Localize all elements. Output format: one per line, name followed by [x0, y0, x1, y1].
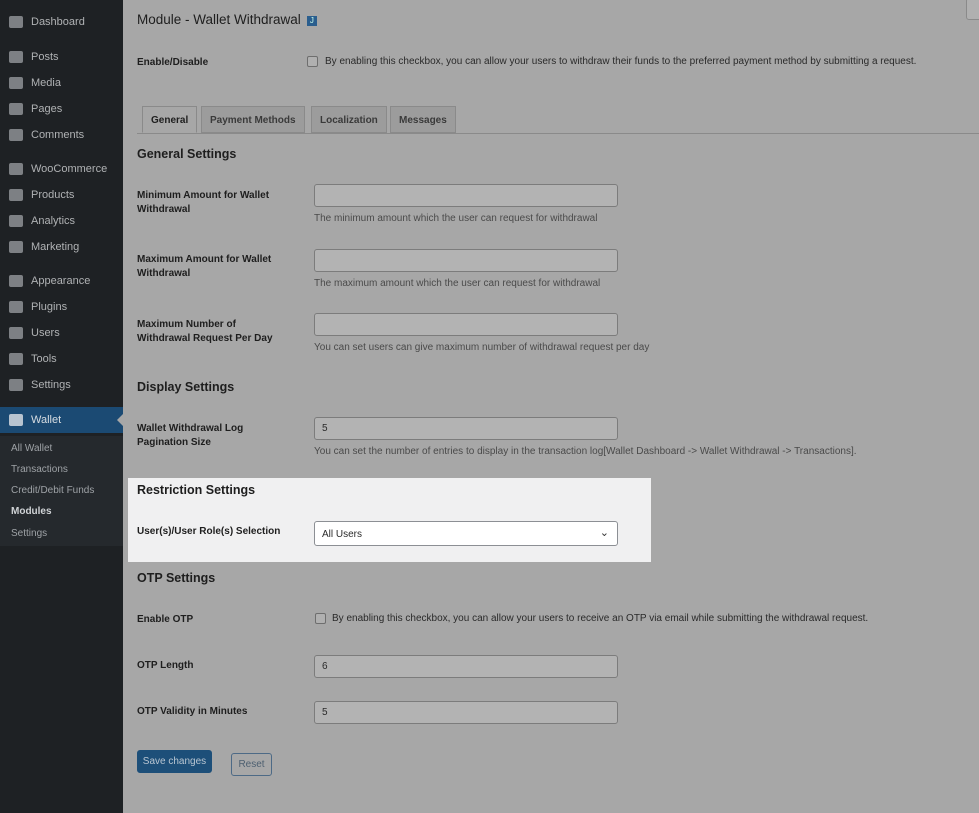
products-icon — [9, 189, 23, 201]
role-selection-label: User(s)/User Role(s) Selection — [137, 526, 281, 537]
plug-icon — [9, 301, 23, 313]
otp-length-input[interactable] — [314, 655, 618, 678]
menu-analytics[interactable]: Analytics — [0, 208, 123, 234]
menu-settings[interactable]: Settings — [0, 372, 123, 398]
submenu-all-wallet[interactable]: All Wallet — [11, 443, 52, 454]
general-settings-heading: General Settings — [137, 147, 237, 161]
role-selection-value: All Users — [322, 529, 363, 540]
media-icon — [9, 77, 23, 89]
dashboard-icon — [9, 16, 23, 28]
display-settings-heading: Display Settings — [137, 380, 235, 394]
page-title: Module - Wallet Withdrawal J — [137, 12, 317, 27]
enable-checkbox[interactable] — [307, 56, 318, 67]
menu-marketing[interactable]: Marketing — [0, 234, 123, 260]
restriction-settings-heading: Restriction Settings — [137, 483, 256, 497]
menu-products[interactable]: Products — [0, 182, 123, 208]
help-badge-icon[interactable]: J — [306, 16, 317, 26]
reset-button[interactable]: Reset — [231, 753, 272, 776]
menu-label: Posts — [31, 51, 59, 63]
menu-dashboard[interactable]: Dashboard — [0, 9, 123, 35]
menu-appearance[interactable]: Appearance — [0, 268, 123, 294]
otp-validity-input[interactable] — [314, 701, 618, 724]
tab-payment-methods[interactable]: Payment Methods — [201, 106, 305, 133]
otp-enable-description: By enabling this checkbox, you can allow… — [332, 613, 869, 624]
menu-label: Settings — [31, 379, 71, 391]
settings-icon — [9, 379, 23, 391]
pages-icon — [9, 103, 23, 115]
enable-description: By enabling this checkbox, you can allow… — [325, 56, 917, 67]
otp-validity-label: OTP Validity in Minutes — [137, 706, 248, 717]
pagination-description: You can set the number of entries to dis… — [314, 446, 857, 457]
submenu-modules[interactable]: Modules — [11, 506, 52, 517]
menu-label: Pages — [31, 103, 63, 115]
max-requests-input[interactable] — [314, 313, 618, 336]
menu-label: Products — [31, 189, 75, 201]
otp-enable-label: Enable OTP — [137, 614, 194, 625]
submenu-transactions[interactable]: Transactions — [11, 464, 68, 475]
wallet-icon — [9, 414, 23, 426]
menu-woocommerce[interactable]: WooCommerce — [0, 156, 123, 182]
menu-label: Dashboard — [31, 16, 85, 28]
chart-icon — [9, 215, 23, 227]
menu-comments[interactable]: Comments — [0, 122, 123, 148]
admin-sidebar: Dashboard Posts Media Pages Comments Woo… — [0, 0, 123, 813]
max-requests-label: Maximum Number of Withdrawal Request Per… — [137, 319, 273, 344]
max-amount-label: Maximum Amount for Wallet Withdrawal — [137, 254, 272, 279]
menu-tools[interactable]: Tools — [0, 346, 123, 372]
woo-icon — [9, 163, 23, 175]
menu-label: Analytics — [31, 215, 76, 227]
menu-label: Appearance — [31, 275, 91, 287]
save-changes-button[interactable]: Save changes — [137, 750, 212, 773]
brush-icon — [9, 275, 23, 287]
submenu-credit-debit[interactable]: Credit/Debit Funds — [11, 485, 94, 496]
menu-wallet[interactable]: Wallet — [0, 407, 123, 433]
min-amount-label: Minimum Amount for Wallet Withdrawal — [137, 190, 270, 215]
comment-icon — [9, 129, 23, 141]
role-selection-dropdown[interactable]: All Users ⌄ — [314, 521, 618, 546]
menu-users[interactable]: Users — [0, 320, 123, 346]
menu-posts[interactable]: Posts — [0, 44, 123, 70]
max-requests-description: You can set users can give maximum numbe… — [314, 342, 650, 353]
pagination-label: Wallet Withdrawal Log Pagination Size — [137, 423, 244, 448]
menu-media[interactable]: Media — [0, 70, 123, 96]
menu-pages[interactable]: Pages — [0, 96, 123, 122]
menu-label: Marketing — [31, 241, 80, 253]
wrench-icon — [9, 353, 23, 365]
user-icon — [9, 327, 23, 339]
wallet-submenu: All Wallet Transactions Credit/Debit Fun… — [0, 436, 123, 546]
screen-options-button[interactable] — [966, 0, 979, 20]
menu-plugins[interactable]: Plugins — [0, 294, 123, 320]
chevron-down-icon: ⌄ — [599, 527, 609, 539]
tab-localization[interactable]: Localization — [311, 106, 387, 133]
enable-label: Enable/Disable — [137, 57, 209, 68]
tab-divider — [137, 133, 979, 134]
max-amount-description: The maximum amount which the user can re… — [314, 278, 601, 289]
menu-label: Tools — [31, 353, 57, 365]
restriction-settings-section: Restriction Settings User(s)/User Role(s… — [128, 478, 651, 562]
tab-general[interactable]: General — [142, 106, 198, 133]
menu-label: Plugins — [31, 301, 68, 313]
tab-messages[interactable]: Messages — [390, 106, 456, 133]
submenu-settings[interactable]: Settings — [11, 528, 47, 539]
min-amount-input[interactable] — [314, 184, 618, 207]
pagination-input[interactable] — [314, 417, 618, 440]
min-amount-description: The minimum amount which the user can re… — [314, 213, 598, 224]
otp-settings-heading: OTP Settings — [137, 571, 216, 585]
menu-label: Users — [31, 327, 60, 339]
max-amount-input[interactable] — [314, 249, 618, 272]
megaphone-icon — [9, 241, 23, 253]
menu-label: WooCommerce — [31, 163, 108, 175]
pin-icon — [9, 51, 23, 63]
otp-length-label: OTP Length — [137, 660, 194, 671]
menu-label: Media — [31, 77, 61, 89]
otp-enable-checkbox[interactable] — [315, 613, 326, 624]
menu-label: Comments — [31, 129, 85, 141]
menu-label: Wallet — [31, 414, 62, 426]
